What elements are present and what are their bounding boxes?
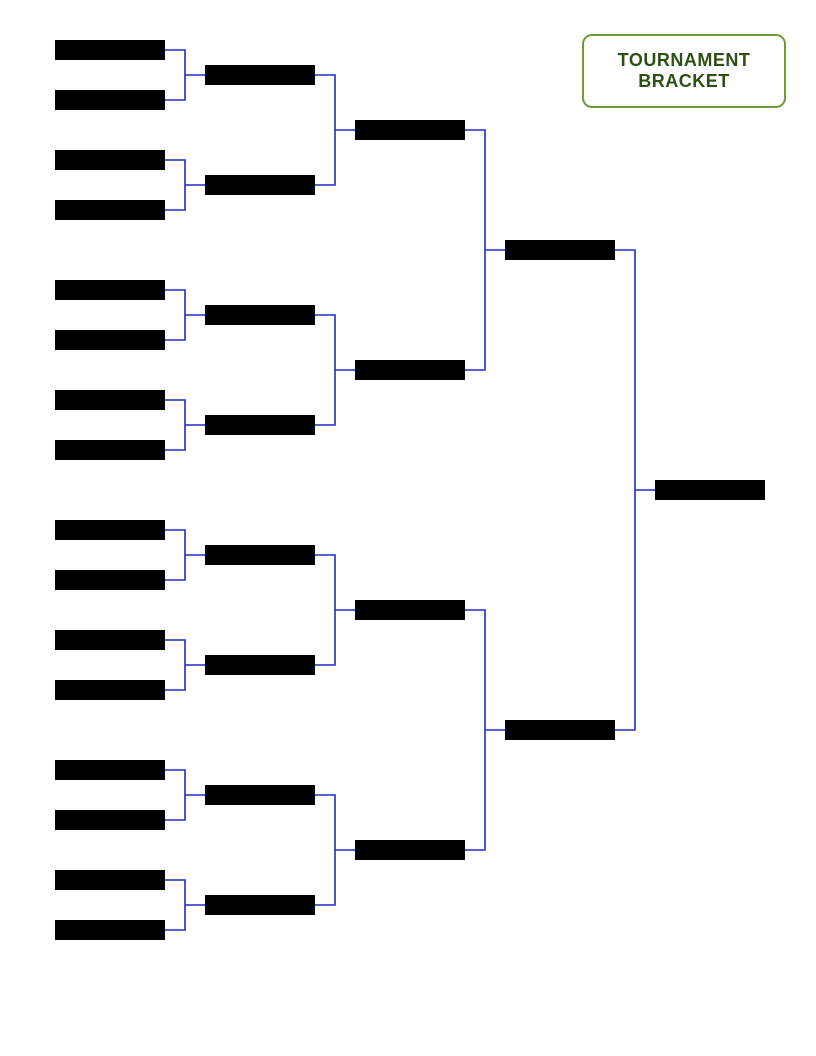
r16-slot-6[interactable]	[205, 655, 315, 675]
r32-slot-9[interactable]	[55, 520, 165, 540]
r16-slot-7[interactable]	[205, 785, 315, 805]
r16-slot-1[interactable]	[205, 65, 315, 85]
r32-slot-6[interactable]	[55, 330, 165, 350]
r32-slot-16[interactable]	[55, 920, 165, 940]
r32-slot-13[interactable]	[55, 760, 165, 780]
r32-slot-12[interactable]	[55, 680, 165, 700]
r32-slot-3[interactable]	[55, 150, 165, 170]
bracket-svg	[0, 0, 816, 1056]
r32-slot-5[interactable]	[55, 280, 165, 300]
sf-slot-1[interactable]	[505, 240, 615, 260]
r16-slot-8[interactable]	[205, 895, 315, 915]
r32-slot-2[interactable]	[55, 90, 165, 110]
r32-slot-15[interactable]	[55, 870, 165, 890]
r32-slot-1[interactable]	[55, 40, 165, 60]
sf-slot-2[interactable]	[505, 720, 615, 740]
champion-slot[interactable]	[655, 480, 765, 500]
r32-slot-10[interactable]	[55, 570, 165, 590]
r16-slot-4[interactable]	[205, 415, 315, 435]
qf-slot-1[interactable]	[355, 120, 465, 140]
r32-slot-14[interactable]	[55, 810, 165, 830]
r32-slot-4[interactable]	[55, 200, 165, 220]
r32-slot-7[interactable]	[55, 390, 165, 410]
tournament-bracket-page: TOURNAMENT BRACKET	[0, 0, 816, 1056]
r32-slot-8[interactable]	[55, 440, 165, 460]
r32-slot-11[interactable]	[55, 630, 165, 650]
r16-slot-3[interactable]	[205, 305, 315, 325]
r16-slot-5[interactable]	[205, 545, 315, 565]
r16-slot-2[interactable]	[205, 175, 315, 195]
qf-slot-2[interactable]	[355, 360, 465, 380]
qf-slot-4[interactable]	[355, 840, 465, 860]
qf-slot-3[interactable]	[355, 600, 465, 620]
